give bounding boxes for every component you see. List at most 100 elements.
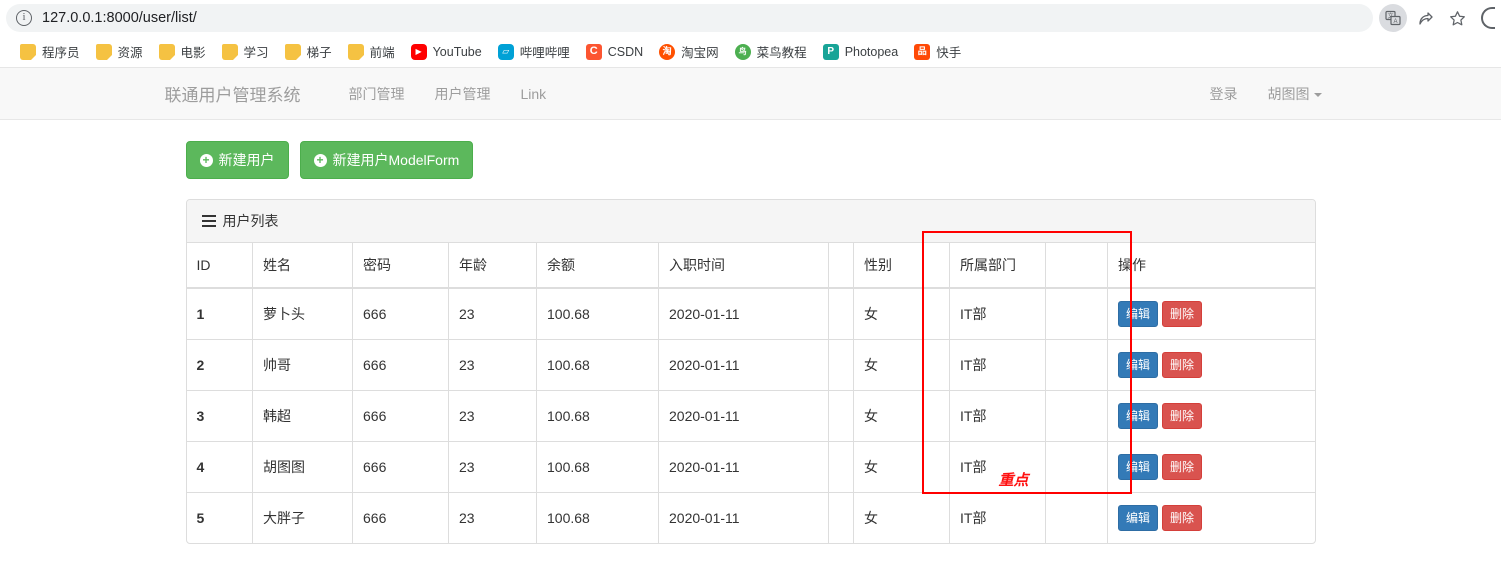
edit-button[interactable]: 编辑: [1118, 301, 1159, 327]
bookmark-item[interactable]: P Photopea: [815, 41, 907, 63]
address-bar[interactable]: i 127.0.0.1:8000/user/list/: [6, 4, 1373, 32]
cell-hire-date: 2020-01-11: [658, 441, 829, 493]
bookmark-item[interactable]: C CSDN: [578, 41, 651, 63]
col-header-id[interactable]: ID: [186, 243, 253, 289]
panel-heading-label: 用户列表: [222, 213, 279, 229]
url-text: 127.0.0.1:8000/user/list/: [42, 10, 197, 26]
edit-button[interactable]: 编辑: [1118, 352, 1159, 378]
col-header-hire-date[interactable]: 入职时间: [658, 243, 829, 289]
table-row[interactable]: 4 胡图图 666 23 100.68 2020-01-11 女 IT部 编辑删…: [186, 441, 1315, 493]
table-row[interactable]: 3 韩超 666 23 100.68 2020-01-11 女 IT部 编辑 删除: [186, 390, 1315, 442]
cell-balance: 100.68: [536, 390, 659, 442]
cell-actions: 编辑 删除: [1107, 441, 1315, 493]
user-dropdown[interactable]: 胡图图: [1253, 84, 1337, 104]
bookmark-item[interactable]: ▱ 哔哩哔哩: [490, 39, 578, 64]
action-button-row: + 新建用户 + 新建用户ModelForm: [185, 120, 1316, 179]
delete-button[interactable]: 删除: [1162, 403, 1203, 429]
cell-name: 大胖子: [252, 492, 353, 543]
youtube-icon: ▶: [410, 43, 427, 60]
bookmark-item[interactable]: 电影: [151, 39, 214, 64]
cell-password: 666: [352, 390, 449, 442]
edit-button[interactable]: 编辑: [1118, 454, 1159, 480]
cell-password: 666: [352, 287, 449, 340]
new-user-button[interactable]: + 新建用户: [185, 141, 289, 179]
plus-circle-icon: +: [199, 153, 213, 167]
translate-icon[interactable]: 文 A: [1379, 4, 1407, 32]
delete-button[interactable]: 删除: [1162, 352, 1203, 378]
col-header-department[interactable]: 所属部门: [949, 243, 1046, 289]
plus-circle-icon: +: [313, 153, 327, 167]
bookmark-item[interactable]: 程序员: [12, 39, 88, 64]
cell-id: 4: [186, 441, 253, 493]
table-header-row: ID 姓名 密码 年龄 余额 入职时间 性别 所属部门 操作: [186, 243, 1315, 289]
cell-department: IT部: [949, 390, 1046, 442]
edit-button[interactable]: 编辑: [1118, 403, 1159, 429]
folder-icon: [221, 43, 238, 60]
login-link[interactable]: 登录: [1195, 84, 1253, 104]
col-header-gender[interactable]: 性别: [853, 243, 950, 289]
table-row[interactable]: 5 大胖子 666 23 100.68 2020-01-11 女 IT部 编辑删…: [186, 492, 1315, 543]
cell-spacer-1: [828, 339, 854, 391]
cell-age: 23: [448, 339, 537, 391]
bookmark-item[interactable]: 梯子: [277, 39, 340, 64]
cell-spacer-2: [1045, 390, 1108, 442]
cell-age: 23: [448, 492, 537, 543]
bookmark-item[interactable]: ▶ YouTube: [403, 41, 490, 63]
site-info-icon[interactable]: i: [16, 10, 32, 26]
cell-name: 韩超: [252, 390, 353, 442]
col-header-age[interactable]: 年龄: [448, 243, 537, 289]
bookmark-item[interactable]: 资源: [88, 39, 151, 64]
cell-id: 1: [186, 287, 253, 340]
table-row[interactable]: 1 萝卜头 666 23 100.68 2020-01-11 女 IT部 编辑删…: [186, 287, 1315, 340]
bookmark-label: 哔哩哔哩: [519, 46, 570, 60]
col-header-name[interactable]: 姓名: [252, 243, 353, 289]
cell-balance: 100.68: [536, 441, 659, 493]
col-header-balance[interactable]: 余额: [536, 243, 659, 289]
folder-icon: [347, 43, 364, 60]
new-user-modelform-button[interactable]: + 新建用户ModelForm: [299, 141, 474, 179]
bookmark-label: 前端: [369, 46, 395, 60]
bookmark-item[interactable]: 前端: [340, 39, 403, 64]
user-table-body: 1 萝卜头 666 23 100.68 2020-01-11 女 IT部 编辑删…: [186, 287, 1315, 543]
user-table: ID 姓名 密码 年龄 余额 入职时间 性别 所属部门 操作 1 萝卜头 666…: [186, 243, 1315, 543]
col-header-actions[interactable]: 操作: [1107, 243, 1315, 289]
delete-button[interactable]: 删除: [1162, 301, 1203, 327]
bookmark-item[interactable]: 学习: [214, 39, 277, 64]
folder-icon: [158, 43, 175, 60]
cell-password: 666: [352, 492, 449, 543]
panel-heading: 用户列表: [186, 200, 1315, 243]
bookmark-item[interactable]: 品快手: [906, 39, 969, 64]
bookmark-item[interactable]: 鸟菜鸟教程: [727, 39, 815, 64]
col-header-password[interactable]: 密码: [352, 243, 449, 289]
photopea-icon: P: [822, 43, 839, 60]
nav-link-link[interactable]: Link: [506, 86, 562, 102]
page-content: 联通用户管理系统 部门管理 用户管理 Link 登录 胡图图 + 新建用户 + …: [0, 68, 1501, 544]
delete-button[interactable]: 删除: [1162, 505, 1203, 531]
th-list-icon: [201, 215, 216, 227]
omnibar-row: i 127.0.0.1:8000/user/list/ 文 A: [0, 0, 1501, 36]
table-row[interactable]: 2 帅哥 666 23 100.68 2020-01-11 女 IT部 编辑 删除: [186, 339, 1315, 391]
bookmark-item[interactable]: 淘淘宝网: [651, 39, 727, 64]
nav-link-department[interactable]: 部门管理: [334, 84, 420, 104]
share-icon[interactable]: [1411, 4, 1439, 32]
cell-balance: 100.68: [536, 339, 659, 391]
cell-hire-date: 2020-01-11: [658, 390, 829, 442]
bookmark-label: 程序员: [42, 46, 80, 60]
navbar-brand[interactable]: 联通用户管理系统: [165, 81, 316, 106]
taobao-icon: 淘: [659, 43, 676, 60]
cell-gender: 女: [853, 339, 950, 391]
bookmark-label: 梯子: [306, 46, 332, 60]
edit-button[interactable]: 编辑: [1118, 505, 1159, 531]
cell-department: IT部: [949, 339, 1046, 391]
user-dropdown-label: 胡图图: [1267, 85, 1310, 102]
cell-name: 帅哥: [252, 339, 353, 391]
browser-chrome: i 127.0.0.1:8000/user/list/ 文 A: [0, 0, 1501, 68]
star-icon[interactable]: [1443, 4, 1471, 32]
cell-gender: 女: [853, 390, 950, 442]
delete-button[interactable]: 删除: [1162, 454, 1203, 480]
cell-gender: 女: [853, 492, 950, 543]
cell-gender: 女: [853, 287, 950, 340]
nav-link-user[interactable]: 用户管理: [420, 84, 506, 104]
navbar-right: 登录 胡图图: [1195, 84, 1337, 104]
profile-avatar[interactable]: [1481, 7, 1495, 29]
